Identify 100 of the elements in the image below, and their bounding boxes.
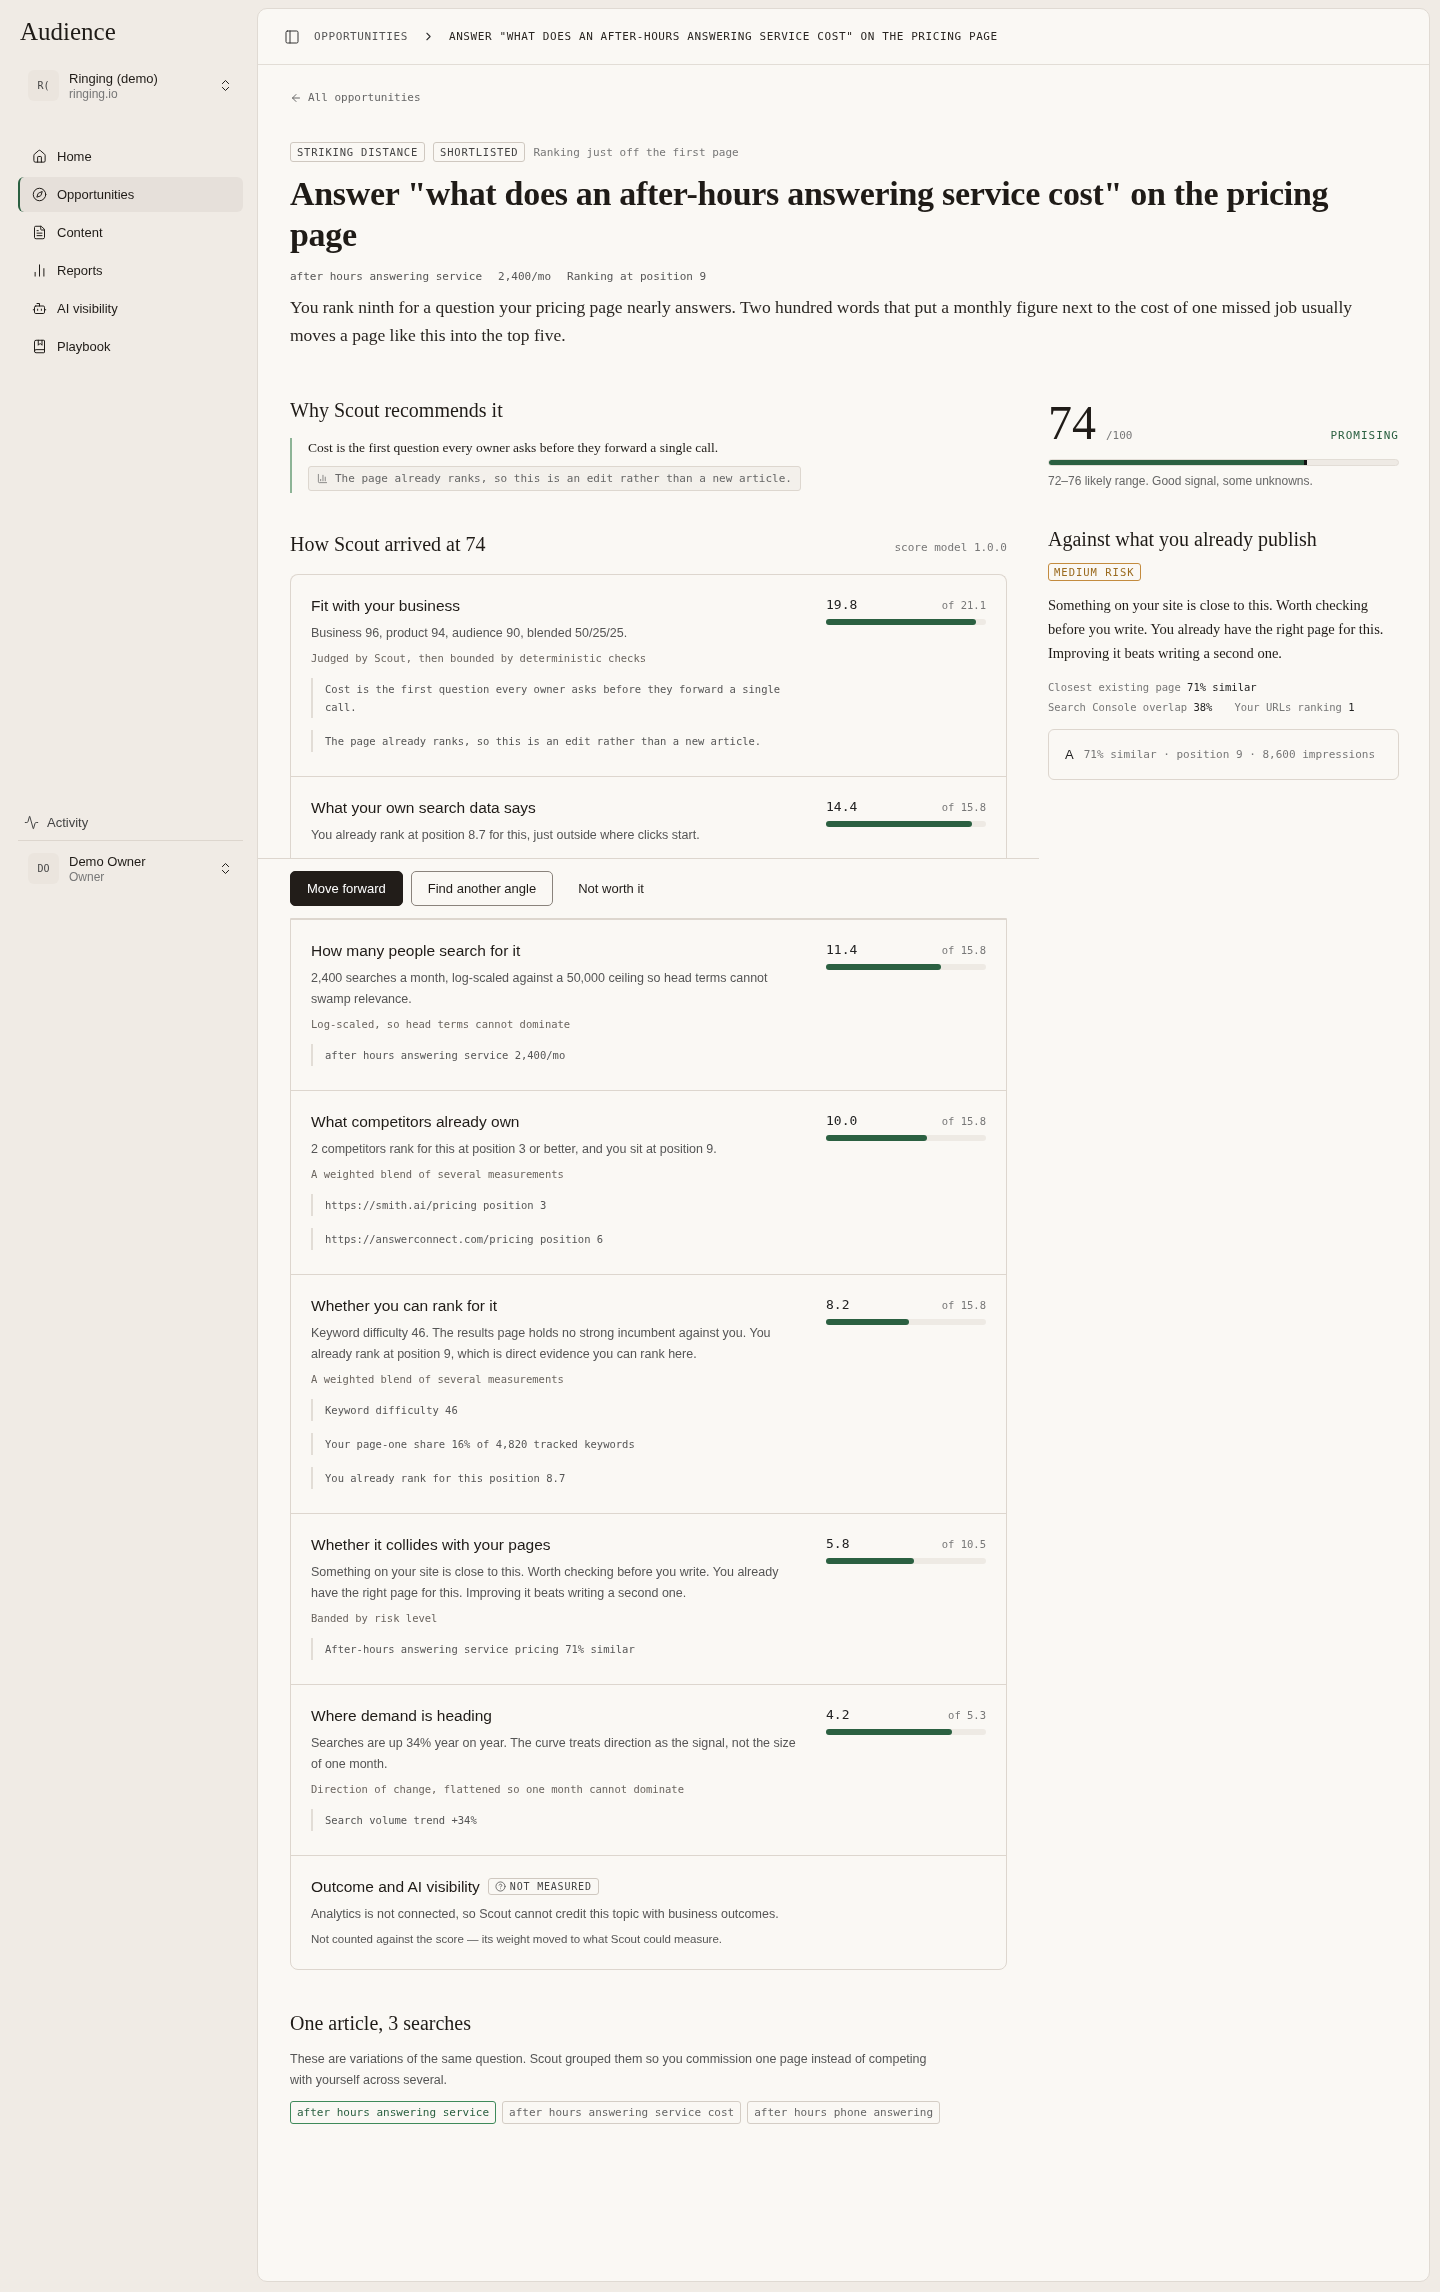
breadcrumb-item: ANSWER "WHAT DOES AN AFTER-HOURS ANSWERING SERVICE COST" ON THE PRICING PAGE	[448, 30, 998, 43]
workspace-domain: ringing.io	[69, 86, 119, 101]
page-title: Answer "what does an after-hours answering service cost" on the pricing page	[290, 174, 1330, 255]
workspace-switcher[interactable]: R( Ringing (demo) ringing.io	[18, 66, 243, 105]
status-tag: STRIKING DISTANCE	[290, 142, 426, 162]
overlap-stat: Your URLs ranking 1	[1234, 700, 1355, 713]
factor-title: Whether you can rank for it	[311, 1296, 498, 1315]
keyword-chip[interactable]: after hours answering service cost	[502, 2100, 742, 2124]
nav-item[interactable]: Playbook	[18, 329, 243, 364]
factor-max: of 15.8	[941, 1298, 986, 1311]
user-role: Owner	[69, 869, 106, 884]
factor-description: Analytics is not connected, so Scout cannot credit this topic with business outcomes.	[311, 1905, 779, 1923]
factor-max: of 15.8	[941, 800, 986, 813]
evidence-quote: Search volume trend +34%	[311, 1808, 477, 1831]
nav-label: Opportunities	[57, 187, 135, 202]
factor-note: Not counted against the score — its weight moved to what Scout could measure.	[311, 1932, 723, 1945]
factor-description: Keyword difficulty 46. The results page holds no strong incumbent against you. You already rank at position 9, which is direct evidence you can rank here.	[311, 1324, 772, 1363]
nav-icon	[32, 149, 47, 164]
factor-title: Whether it collides with your pages	[311, 1535, 551, 1554]
nav-icon	[32, 225, 47, 240]
factor-method: A weighted blend of several measurements	[311, 1167, 564, 1180]
breadcrumb-item[interactable]: OPPORTUNITIES	[314, 30, 408, 43]
activity-label: Activity	[47, 815, 89, 830]
factor-score: 8.2	[826, 1296, 850, 1312]
nav-icon	[32, 339, 47, 354]
nav-icon	[32, 187, 47, 202]
action-button[interactable]: Find another angle	[410, 870, 554, 906]
factor-max: of 5.3	[948, 1708, 986, 1721]
factor-method: A weighted blend of several measurements	[311, 1372, 564, 1385]
nav-item[interactable]: Home	[18, 139, 243, 174]
factor-description: 2 competitors rank for this at position 3 or better, and you sit at position 9.	[311, 1140, 717, 1158]
factor-description: Something on your site is close to this. Worth checking before you write. You already have the right page for this. Improving it beats writing a second one.	[311, 1563, 780, 1602]
evidence-quote: Keyword difficulty 46	[311, 1398, 635, 1421]
evidence-quote: https://smith.ai/pricing position 3	[311, 1193, 604, 1216]
page-grade: A	[1065, 746, 1074, 762]
user-name: Demo Owner	[69, 853, 147, 869]
nav-label: Content	[57, 225, 103, 240]
nav-item[interactable]: Reports	[18, 253, 243, 288]
action-button[interactable]: Not worth it	[561, 870, 661, 906]
score-value: 74	[1048, 398, 1096, 447]
factor-title: Fit with your business	[311, 596, 461, 615]
brand-name: Audience	[20, 18, 117, 46]
page-detail: 71% similar · position 9 · 8,600 impressions	[1083, 747, 1376, 761]
not-measured-badge: NOT MEASURED	[487, 1878, 599, 1896]
activity-icon	[24, 815, 39, 830]
model-version: score model 1.0.0	[894, 540, 1007, 554]
quote-text: Cost is the first question every owner asks before they forward a single call.	[308, 439, 719, 456]
factor-score: 10.0	[826, 1112, 858, 1128]
cluster-description: These are variations of the same question. Scout grouped them so you commission one page instead of competing with yourself across several.	[290, 2050, 928, 2089]
bar-chart-icon	[317, 472, 328, 484]
factor-description: You already rank at position 8.7 for this, just outside where clicks start.	[311, 826, 700, 844]
meta-item: Ranking at position 9	[567, 269, 707, 283]
user-menu[interactable]: DO Demo Owner Owner	[18, 841, 243, 896]
factor-score: 11.4	[826, 941, 858, 957]
section-heading: Against what you already publish	[1048, 527, 1318, 551]
nav-label: Reports	[57, 263, 103, 278]
workspace-name: Ringing (demo)	[69, 70, 159, 86]
evidence-quote: https://answerconnect.com/pricing position 6	[311, 1227, 604, 1250]
factor-title: How many people search for it	[311, 941, 521, 960]
workspace-avatar: R(	[28, 70, 59, 101]
meta-item: after hours answering service	[290, 269, 483, 283]
action-button[interactable]: Move forward	[290, 870, 403, 906]
nav-icon	[32, 263, 47, 278]
factor-title: Where demand is heading	[311, 1706, 492, 1725]
nav-label: AI visibility	[57, 301, 118, 316]
arrow-left-icon	[290, 91, 302, 104]
nav-item[interactable]: AI visibility	[18, 291, 243, 326]
factor-score: 4.2	[826, 1706, 850, 1722]
evidence-quote: Your page-one share 16% of 4,820 tracked keywords	[311, 1432, 635, 1455]
factor-method: Direction of change, flattened so one month cannot dominate	[311, 1782, 684, 1795]
evidence-quote: After-hours answering service pricing 71% similar	[311, 1637, 635, 1660]
user-avatar: DO	[28, 853, 59, 884]
factor-description: 2,400 searches a month, log-scaled against a 50,000 ceiling so head terms cannot swamp relevance.	[311, 969, 769, 1008]
nav-icon	[32, 301, 47, 316]
factor-method: Judged by Scout, then bounded by deterministic checks	[311, 651, 647, 664]
sidebar-toggle-icon[interactable]	[284, 28, 300, 45]
risk-badge: MEDIUM RISK	[1048, 562, 1141, 581]
overlap-description: Something on your site is close to this. Worth checking before you write. You already have the right page for this. Improving it beats writing a second one.	[1048, 595, 1385, 663]
factor-max: of 21.1	[941, 598, 986, 611]
section-heading: One article, 3 searches	[290, 2011, 472, 2035]
keyword-chip[interactable]: after hours answering service	[290, 2100, 497, 2124]
activity-link[interactable]: Activity	[18, 815, 243, 841]
factor-max: of 15.8	[941, 1114, 986, 1127]
factor-title: What competitors already own	[311, 1112, 520, 1131]
nav-label: Home	[57, 149, 92, 164]
factor-max: of 15.8	[941, 943, 986, 956]
factor-score: 5.8	[826, 1535, 850, 1551]
factor-method: Log-scaled, so head terms cannot dominate	[311, 1017, 571, 1030]
factor-description: Searches are up 34% year on year. The curve treats direction as the signal, not the size of one month.	[311, 1734, 797, 1773]
help-icon	[494, 1881, 506, 1893]
keyword-chip[interactable]: after hours phone answering	[747, 2100, 941, 2124]
section-heading: How Scout arrived at 74	[290, 532, 486, 556]
score-max: /100	[1106, 428, 1133, 442]
factor-description: Business 96, product 94, audience 90, blended 50/25/25.	[311, 624, 628, 642]
overlap-stat: Search Console overlap 38%	[1048, 700, 1213, 713]
nav-item[interactable]: Content	[18, 215, 243, 250]
tag-note: Ranking just off the first page	[533, 145, 739, 159]
back-link[interactable]: All opportunities	[290, 91, 421, 104]
nav-item[interactable]: Opportunities	[18, 177, 243, 212]
factor-max: of 10.5	[941, 1537, 986, 1550]
